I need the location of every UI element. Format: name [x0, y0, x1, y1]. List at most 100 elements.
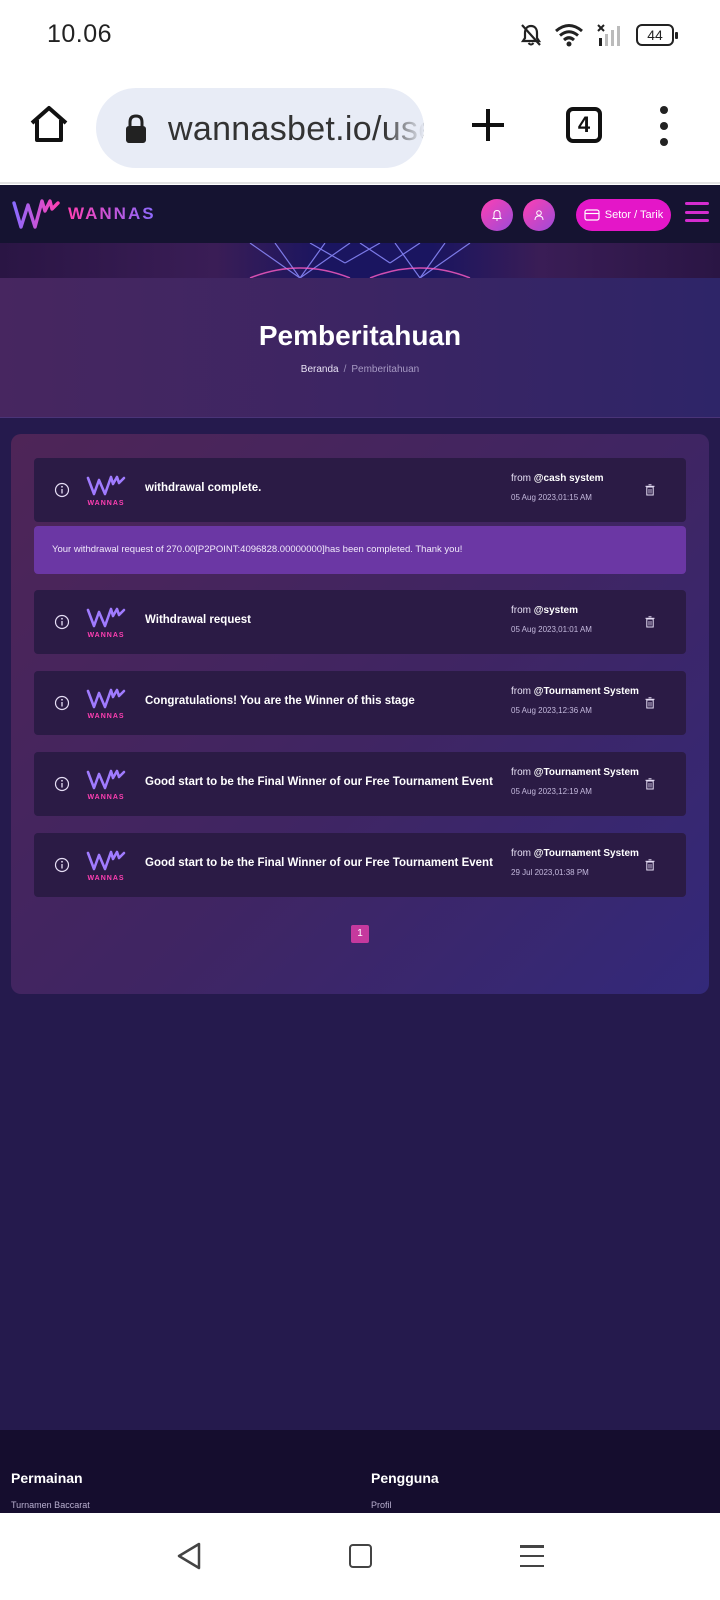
notification-date: 29 Jul 2023,01:38 PM: [511, 868, 589, 877]
notification-title: Congratulations! You are the Winner of t…: [145, 695, 415, 707]
footer-column-user: Pengguna Profil: [371, 1470, 439, 1510]
notification-sender: @system: [533, 605, 578, 616]
wannas-logo-icon: WANNAS: [86, 769, 126, 801]
info-icon[interactable]: [54, 776, 70, 792]
status-icons: 44: [520, 20, 678, 50]
wifi-icon: [555, 24, 583, 47]
notification-sender: @Tournament System: [533, 767, 639, 778]
bell-muted-icon: [520, 24, 542, 46]
notification-sender: @Tournament System: [533, 848, 639, 859]
notification-title: withdrawal complete.: [145, 482, 262, 494]
site-footer: Permainan Turnamen Baccarat Pengguna Pro…: [0, 1430, 720, 1513]
row-logo-text: WANNAS: [87, 500, 124, 507]
wannas-logo-icon: [12, 199, 60, 229]
address-bar[interactable]: wannasbet.io/user/notification: [96, 88, 424, 168]
row-logo-text: WANNAS: [87, 713, 124, 720]
info-icon[interactable]: [54, 482, 70, 498]
row-logo-text: WANNAS: [87, 875, 124, 882]
lock-icon: [126, 114, 146, 143]
wannas-logo-icon: WANNAS: [86, 850, 126, 882]
notifications-card: WANNAS withdrawal complete. from @cash s…: [11, 434, 709, 994]
notification-title: Withdrawal request: [145, 614, 251, 626]
more-vert-icon[interactable]: [652, 106, 676, 146]
trash-icon[interactable]: [645, 484, 655, 496]
site-logo[interactable]: WANNAS: [12, 193, 156, 235]
url-fade: [384, 88, 424, 168]
back-icon[interactable]: [175, 1541, 203, 1571]
from-prefix: from: [511, 473, 531, 484]
battery-icon: 44: [636, 24, 678, 46]
notification-body: Your withdrawal request of 270.00[P2POIN…: [52, 544, 463, 555]
notification-from: from @Tournament System: [511, 848, 639, 859]
notification-row[interactable]: WANNAS Good start to be the Final Winner…: [34, 752, 686, 816]
light-rays-decoration: [249, 243, 471, 278]
wannas-logo-icon: WANNAS: [86, 688, 126, 720]
notification-row[interactable]: WANNAS Good start to be the Final Winner…: [34, 833, 686, 897]
from-prefix: from: [511, 767, 531, 778]
page-hero: Pemberitahuan Beranda / Pemberitahuan: [0, 278, 720, 418]
notification-row[interactable]: WANNAS withdrawal complete. from @cash s…: [34, 458, 686, 522]
system-nav-bar: [0, 1513, 720, 1600]
user-icon: [534, 210, 544, 221]
home-nav-icon[interactable]: [349, 1544, 372, 1568]
notification-sender: @Tournament System: [533, 686, 639, 697]
banner-strip: [0, 243, 720, 278]
notification-title: Good start to be the Final Winner of our…: [145, 776, 493, 788]
notification-from: from @Tournament System: [511, 767, 639, 778]
notification-date: 05 Aug 2023,01:01 AM: [511, 625, 592, 634]
pagination-page-1[interactable]: 1: [351, 925, 369, 943]
brand-name: WANNAS: [68, 204, 156, 223]
trash-icon[interactable]: [645, 616, 655, 628]
trash-icon[interactable]: [645, 778, 655, 790]
wannas-logo-icon: WANNAS: [86, 607, 126, 639]
deposit-withdraw-label: Setor / Tarik: [604, 209, 664, 221]
tabs-icon[interactable]: 4: [566, 107, 602, 143]
footer-heading: Pengguna: [371, 1470, 439, 1486]
notification-detail: Your withdrawal request of 270.00[P2POIN…: [34, 526, 686, 574]
from-prefix: from: [511, 848, 531, 859]
info-icon[interactable]: [54, 857, 70, 873]
status-bar: 10.06 44: [0, 0, 720, 70]
wallet-icon: [584, 209, 600, 221]
plus-icon[interactable]: [468, 105, 508, 145]
status-time: 10.06: [47, 20, 113, 48]
from-prefix: from: [511, 605, 531, 616]
trash-icon[interactable]: [645, 697, 655, 709]
breadcrumb-current: Pemberitahuan: [351, 364, 420, 375]
home-icon[interactable]: [28, 103, 70, 145]
notification-date: 05 Aug 2023,12:19 AM: [511, 787, 592, 796]
web-page: WANNAS Setor / Tarik Pemberitahuan Beran…: [0, 185, 720, 1513]
footer-link[interactable]: Profil: [371, 1500, 439, 1510]
signal-icon: [597, 24, 620, 46]
menu-icon[interactable]: [685, 202, 709, 222]
row-logo-text: WANNAS: [87, 794, 124, 801]
from-prefix: from: [511, 686, 531, 697]
notification-row[interactable]: WANNAS Congratulations! You are the Winn…: [34, 671, 686, 735]
notification-bell-button[interactable]: [481, 199, 513, 231]
notification-row[interactable]: WANNAS Withdrawal request from @system 0…: [34, 590, 686, 654]
footer-link[interactable]: Turnamen Baccarat: [11, 1500, 90, 1510]
browser-toolbar: wannasbet.io/user/notification 4: [0, 70, 720, 184]
footer-column-games: Permainan Turnamen Baccarat: [11, 1470, 90, 1510]
info-icon[interactable]: [54, 695, 70, 711]
site-header: WANNAS Setor / Tarik: [0, 185, 720, 243]
bell-icon: [492, 209, 502, 221]
breadcrumb-home-link[interactable]: Beranda: [301, 364, 339, 375]
recents-icon[interactable]: [520, 1545, 544, 1567]
notification-date: 05 Aug 2023,01:15 AM: [511, 493, 592, 502]
notification-from: from @cash system: [511, 473, 604, 484]
wannas-logo-icon: WANNAS: [86, 475, 126, 507]
info-icon[interactable]: [54, 614, 70, 630]
notification-from: from @Tournament System: [511, 686, 639, 697]
page-title: Pemberitahuan: [258, 320, 462, 351]
notification-date: 05 Aug 2023,12:36 AM: [511, 706, 592, 715]
profile-button[interactable]: [523, 199, 555, 231]
row-logo-text: WANNAS: [87, 632, 124, 639]
notification-title: Good start to be the Final Winner of our…: [145, 857, 493, 869]
breadcrumb: Beranda / Pemberitahuan: [0, 364, 720, 375]
notification-sender: @cash system: [533, 473, 604, 484]
notification-from: from @system: [511, 605, 578, 616]
deposit-withdraw-button[interactable]: Setor / Tarik: [576, 199, 671, 231]
trash-icon[interactable]: [645, 859, 655, 871]
breadcrumb-separator: /: [343, 364, 347, 375]
